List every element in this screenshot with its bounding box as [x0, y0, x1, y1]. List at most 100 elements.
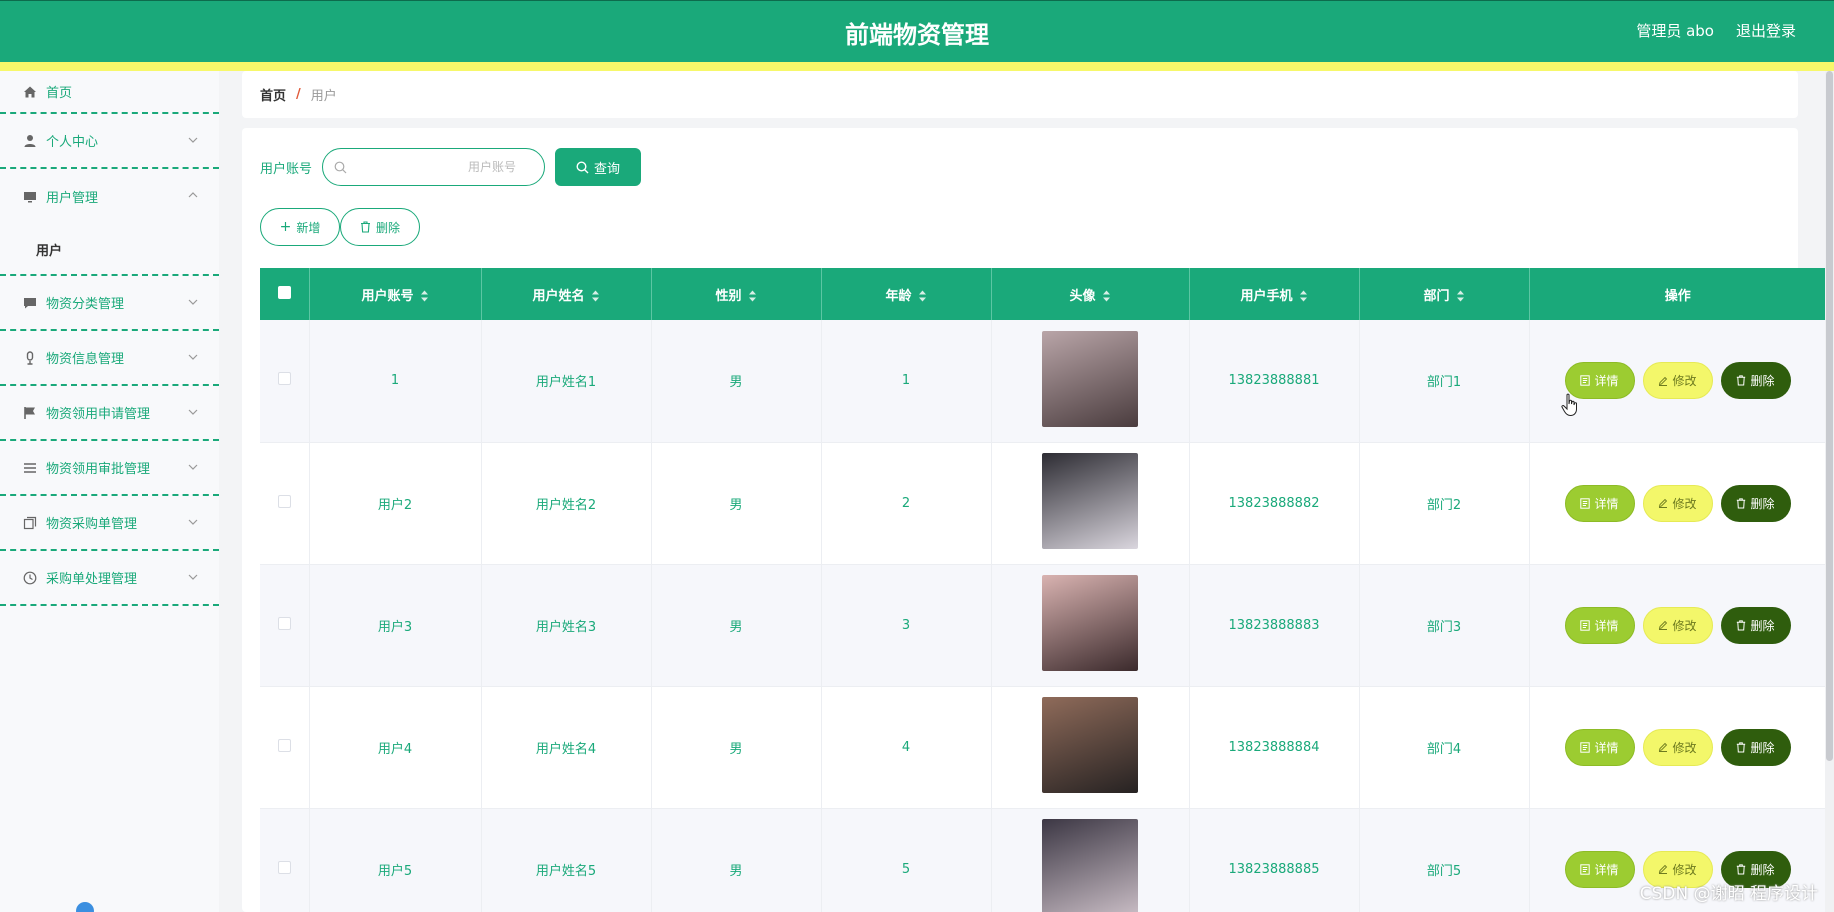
column-header: 操作 [1529, 268, 1826, 320]
column-header[interactable]: 性别 [651, 268, 822, 320]
avatar [1042, 330, 1138, 427]
sidebar: 首页 个人中心 用户管理 用户 物资分类管理 物资信息管理 物资领用申请管理 物… [0, 71, 219, 912]
row-checkbox[interactable] [277, 372, 291, 386]
sort-icon[interactable] [748, 290, 757, 302]
pencil-icon [1659, 498, 1668, 508]
sidebar-item-approve[interactable]: 物资领用审批管理 [0, 441, 219, 496]
cell-name: 用户姓名3 [481, 564, 652, 687]
row-checkbox-cell[interactable] [260, 320, 310, 443]
row-checkbox[interactable] [277, 738, 291, 752]
detail-button[interactable]: 详情 [1564, 850, 1635, 888]
sort-icon[interactable] [1299, 290, 1308, 302]
column-header[interactable]: 用户账号 [309, 268, 482, 320]
delete-button[interactable]: 删除 [1720, 484, 1791, 522]
sidebar-item-category[interactable]: 物资分类管理 [0, 276, 219, 331]
select-all-checkbox[interactable] [277, 285, 291, 299]
row-checkbox[interactable] [277, 494, 291, 508]
sidebar-item-label: 个人中心 [46, 135, 99, 150]
delete-button-label: 删除 [1750, 374, 1775, 389]
row-checkbox-cell[interactable] [260, 564, 310, 687]
document-icon [1580, 863, 1591, 875]
plus-icon: + [279, 219, 292, 235]
avatar [1042, 697, 1138, 793]
trash-icon [1737, 619, 1746, 630]
chevron-down-icon [188, 137, 198, 143]
delete-button-label: 删除 [375, 220, 400, 235]
sidebar-item-apply[interactable]: 物资领用申请管理 [0, 386, 219, 441]
column-header[interactable]: 年龄 [821, 268, 992, 320]
detail-button-label: 详情 [1594, 862, 1619, 877]
sidebar-item-goods-info[interactable]: 物资信息管理 [0, 331, 219, 386]
cell-dept: 部门2 [1359, 442, 1530, 565]
cell-age: 3 [821, 564, 992, 687]
edit-button[interactable]: 修改 [1642, 362, 1713, 400]
column-header[interactable]: 用户手机 [1189, 268, 1360, 320]
sort-icon[interactable] [918, 290, 927, 302]
chevron-down-icon [188, 574, 198, 580]
row-checkbox-cell[interactable] [260, 686, 310, 809]
edit-button-label: 修改 [1672, 740, 1697, 755]
pencil-icon [1659, 742, 1668, 752]
detail-button-label: 详情 [1594, 496, 1619, 511]
trash-icon [1737, 375, 1746, 386]
sidebar-subitem-user[interactable]: 用户 [0, 224, 219, 276]
sort-icon[interactable] [591, 290, 600, 302]
column-header[interactable]: 部门 [1359, 268, 1530, 320]
delete-button[interactable]: 删除 [1720, 362, 1791, 400]
sidebar-item-process[interactable]: 采购单处理管理 [0, 551, 219, 606]
sidebar-item-user-mgmt[interactable]: 用户管理 [0, 169, 219, 224]
sort-icon[interactable] [1456, 290, 1465, 302]
breadcrumb-home[interactable]: 首页 [260, 85, 286, 104]
cell-name: 用户姓名1 [481, 320, 652, 443]
sidebar-item-purchase[interactable]: 物资采购单管理 [0, 496, 219, 551]
query-button[interactable]: 查询 [555, 148, 642, 186]
cell-phone: 13823888883 [1189, 564, 1360, 687]
sidebar-item-label: 首页 [46, 86, 73, 101]
row-checkbox-cell[interactable] [260, 442, 310, 565]
column-header[interactable]: 用户姓名 [481, 268, 652, 320]
row-checkbox[interactable] [277, 860, 291, 874]
detail-button[interactable]: 详情 [1564, 606, 1635, 644]
add-button[interactable]: + 新增 [260, 208, 340, 246]
edit-button[interactable]: 修改 [1642, 484, 1713, 522]
cell-gender: 男 [651, 564, 822, 687]
cell-phone: 13823888885 [1189, 808, 1360, 912]
search-input[interactable] [323, 149, 545, 185]
sidebar-item-label: 物资采购单管理 [46, 517, 138, 532]
logout-link[interactable]: 退出登录 [1736, 20, 1796, 41]
copy-icon [22, 515, 38, 531]
page-scrollbar-thumb[interactable] [1826, 71, 1833, 761]
column-header-label: 性别 [715, 288, 742, 304]
cell-avatar [991, 320, 1190, 443]
chevron-down-icon [188, 299, 198, 305]
sort-icon[interactable] [420, 290, 429, 302]
column-header[interactable]: 头像 [991, 268, 1190, 320]
cell-account: 用户2 [309, 442, 482, 565]
breadcrumb-separator: / [296, 87, 301, 102]
row-checkbox[interactable] [277, 616, 291, 630]
select-all-header[interactable] [260, 268, 310, 320]
delete-button[interactable]: 删除 [1720, 606, 1791, 644]
sidebar-item-label: 物资领用审批管理 [46, 462, 151, 477]
batch-delete-button[interactable]: 删除 [340, 208, 420, 246]
sort-icon[interactable] [1102, 290, 1111, 302]
cell-phone: 13823888881 [1189, 320, 1360, 443]
cell-ops: 详情 修改 删除 [1529, 686, 1827, 809]
top-header: 前端物资管理 管理员 abo 退出登录 [0, 0, 1834, 62]
detail-button[interactable]: 详情 [1564, 728, 1635, 766]
sidebar-item-home[interactable]: 首页 [0, 71, 219, 114]
hand-cursor-icon [1561, 393, 1577, 417]
edit-button[interactable]: 修改 [1642, 606, 1713, 644]
detail-button[interactable]: 详情 [1564, 484, 1635, 522]
delete-button[interactable]: 删除 [1720, 728, 1791, 766]
clock-icon [22, 570, 38, 586]
avatar [1042, 575, 1138, 671]
edit-button[interactable]: 修改 [1642, 728, 1713, 766]
detail-button-label: 详情 [1594, 374, 1619, 389]
row-actions: 详情 修改 删除 [1530, 728, 1826, 766]
cell-dept: 部门5 [1359, 808, 1530, 912]
sidebar-item-profile[interactable]: 个人中心 [0, 114, 219, 169]
row-checkbox-cell[interactable] [260, 808, 310, 912]
cell-age: 4 [821, 686, 992, 809]
row-actions: 详情 修改 删除 [1530, 484, 1826, 522]
